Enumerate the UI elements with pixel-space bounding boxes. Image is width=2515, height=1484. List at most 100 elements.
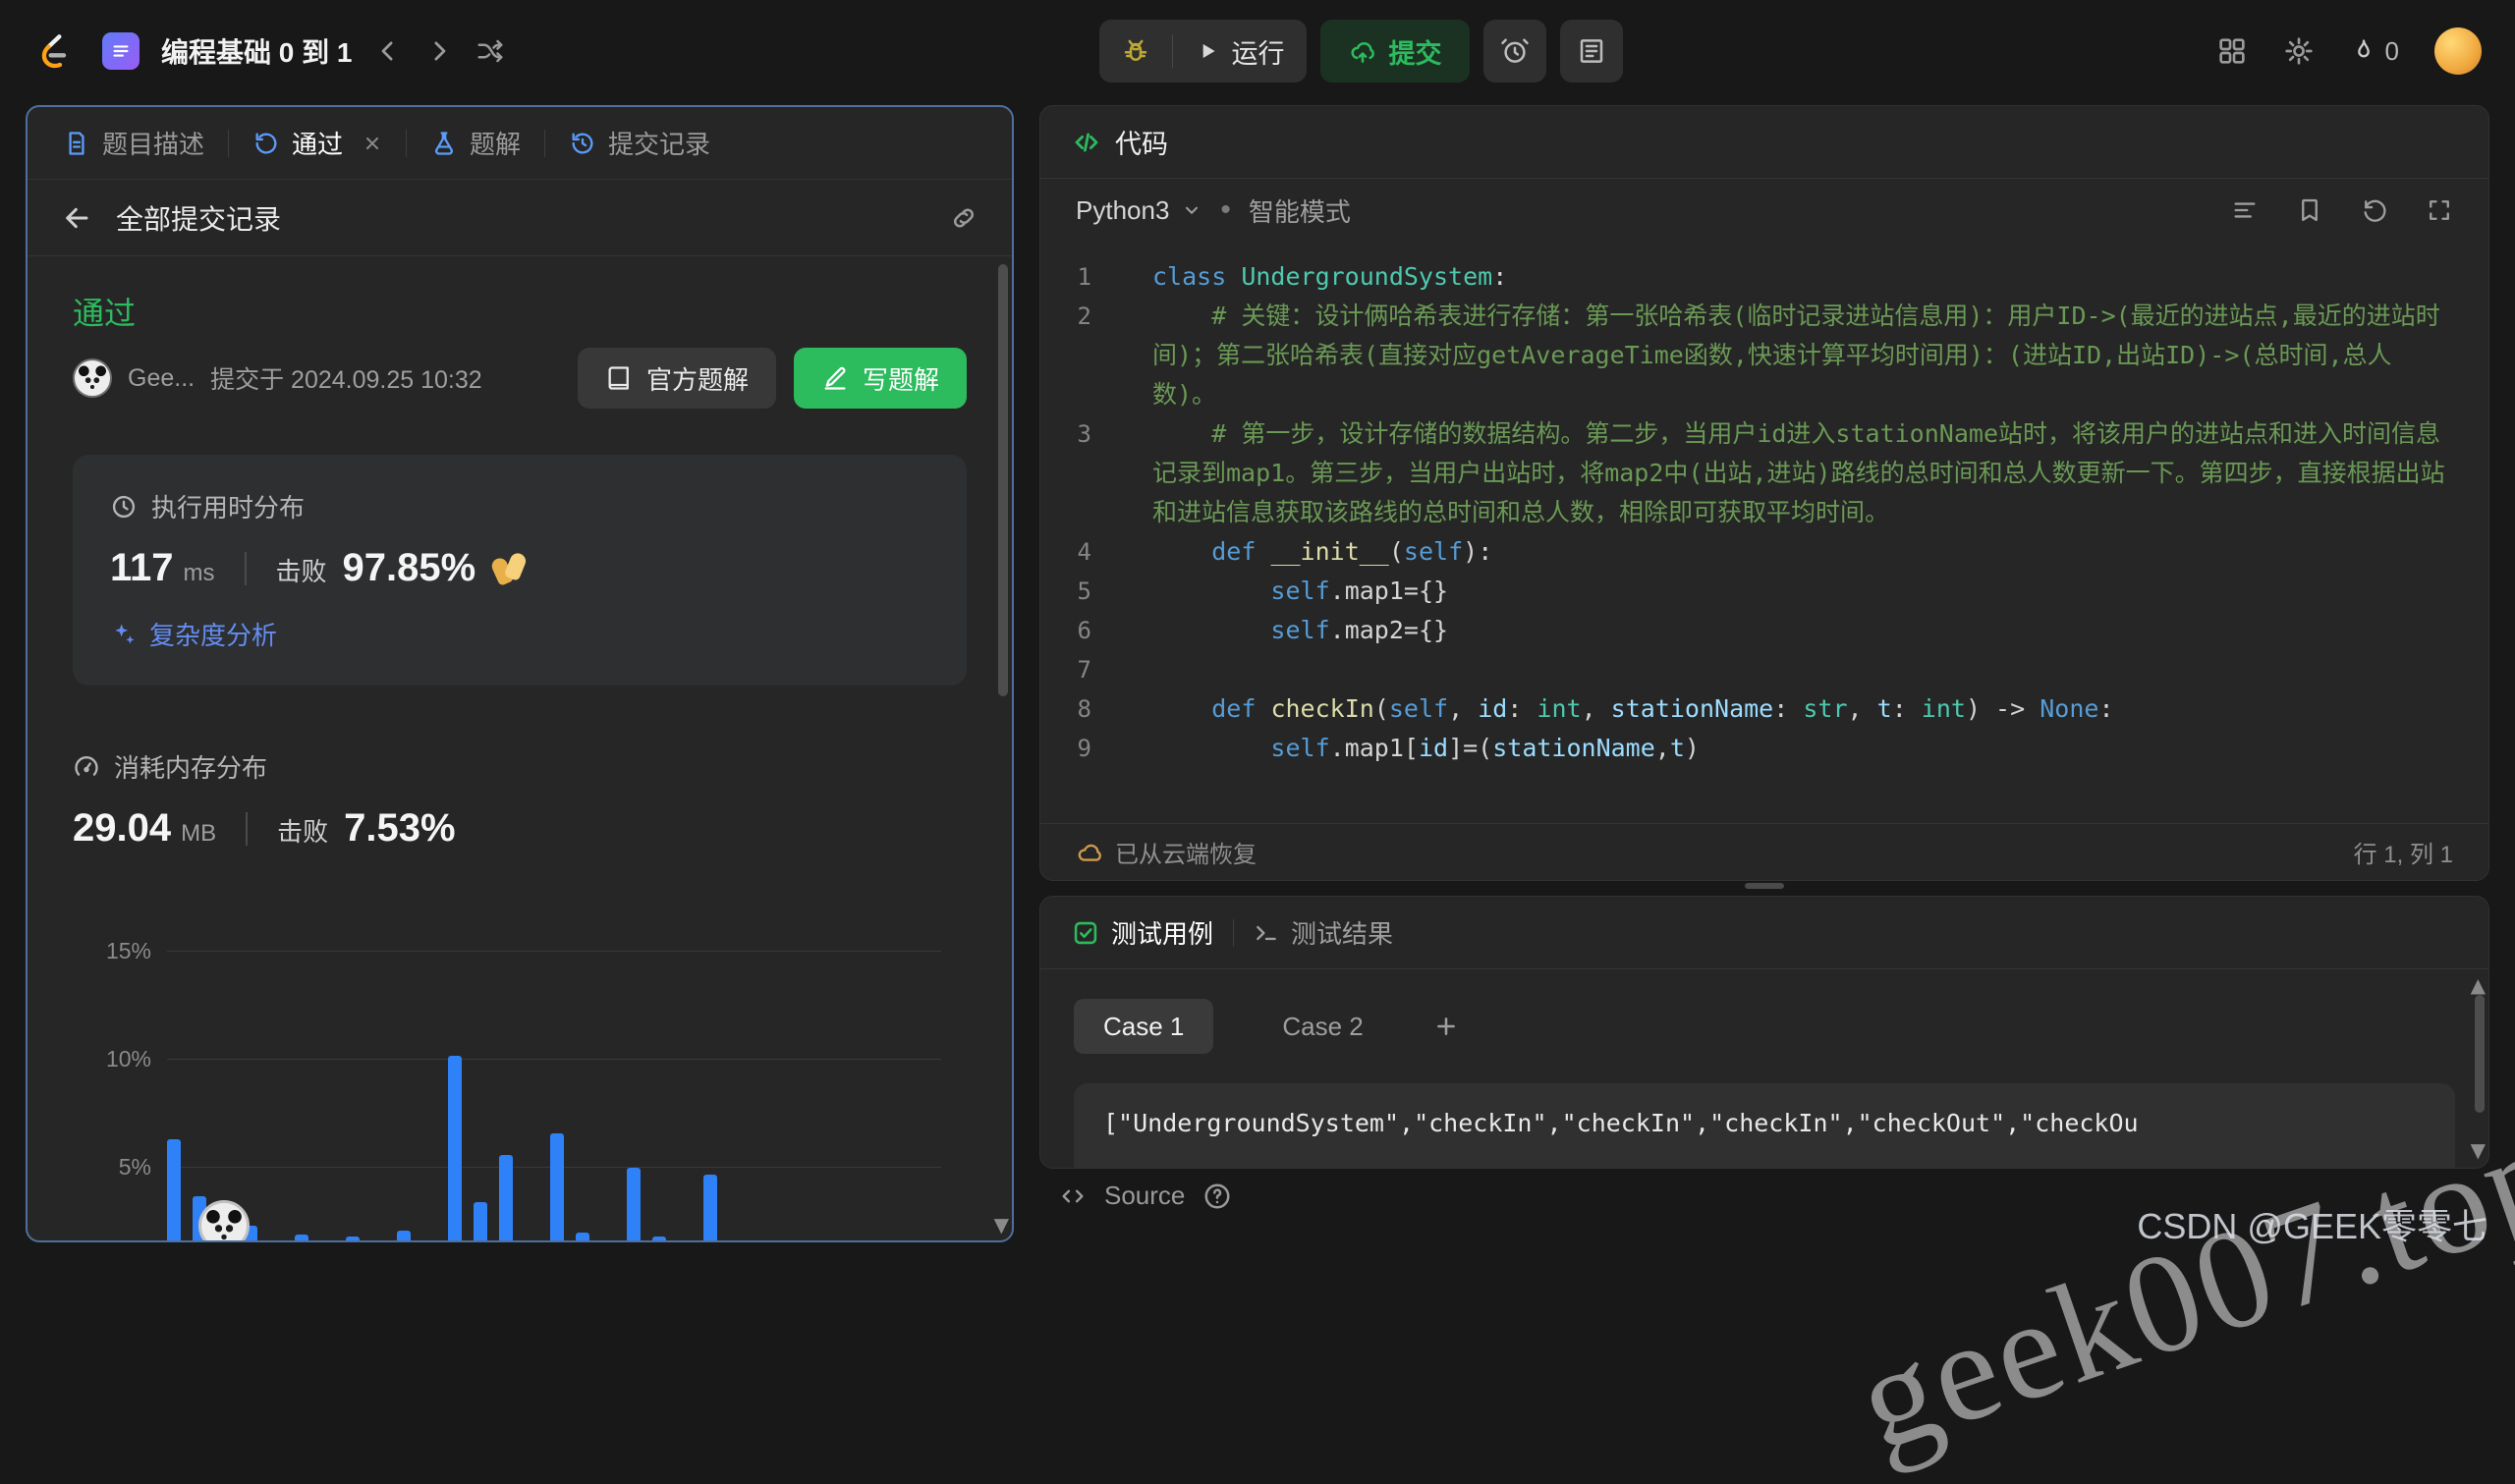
scrollbar-up-arrow[interactable]: ▲ bbox=[2471, 975, 2486, 995]
edit-icon bbox=[821, 364, 849, 392]
scrollbar-down-arrow[interactable]: ▼ bbox=[994, 1215, 1009, 1235]
next-problem-icon[interactable] bbox=[424, 36, 454, 66]
shuffle-icon[interactable] bbox=[475, 36, 505, 66]
histogram-bar[interactable] bbox=[550, 1133, 564, 1240]
code-line[interactable]: 1 class UndergroundSystem: bbox=[1040, 257, 2488, 297]
notes-button[interactable] bbox=[1559, 20, 1623, 82]
play-icon bbox=[1195, 38, 1220, 64]
code-line[interactable]: 2 # 关键：设计俩哈希表进行存储：第一张哈希表(临时记录进站信息用)：用户ID… bbox=[1040, 297, 2488, 414]
link-icon[interactable] bbox=[949, 203, 978, 233]
tab-submissions[interactable]: 提交记录 bbox=[565, 125, 714, 161]
timer-button[interactable] bbox=[1482, 20, 1546, 82]
leetcode-logo[interactable] bbox=[33, 31, 73, 71]
submit-button[interactable]: 提交 bbox=[1319, 20, 1470, 82]
run-button-group: 运行 bbox=[1098, 20, 1307, 82]
official-solution-button[interactable]: 官方题解 bbox=[577, 348, 776, 409]
write-solution-button[interactable]: 写题解 bbox=[793, 348, 967, 409]
settings-gear-icon[interactable] bbox=[2283, 35, 2315, 67]
code-editor[interactable]: 1 class UndergroundSystem: 2 # 关键：设计俩哈希表进行… bbox=[1040, 244, 2488, 823]
histogram-bar[interactable] bbox=[499, 1155, 513, 1240]
runtime-distribution-chart: 15% 10% 5% bbox=[73, 917, 967, 1240]
histogram-bar[interactable] bbox=[448, 1056, 462, 1240]
memory-section: 消耗内存分布 29.04 MB 击败 7.53% bbox=[73, 748, 967, 851]
problem-list-icon[interactable] bbox=[102, 32, 140, 70]
line-number: 7 bbox=[1077, 656, 1091, 684]
submission-panel: 题目描述 通过 题解 提交记录 全部提交记录 通过 Gee... 提交于 202… bbox=[26, 105, 1014, 1242]
histogram-bar[interactable] bbox=[346, 1237, 360, 1240]
language-selector[interactable]: Python3 bbox=[1076, 195, 1202, 226]
run-button[interactable]: 运行 bbox=[1173, 20, 1307, 82]
memory-unit: MB bbox=[181, 820, 217, 847]
add-case-icon[interactable] bbox=[1432, 1013, 1460, 1040]
y-axis-tick: 15% bbox=[105, 938, 151, 963]
y-axis-tick: 5% bbox=[118, 1154, 151, 1180]
tab-problem-description[interactable]: 题目描述 bbox=[59, 125, 208, 161]
memory-section-title: 消耗内存分布 bbox=[114, 753, 268, 783]
check-square-icon bbox=[1072, 919, 1099, 947]
histogram-bar[interactable] bbox=[576, 1233, 589, 1240]
code-line[interactable]: 6 self.map2={} bbox=[1040, 611, 2488, 650]
notes-icon bbox=[1577, 36, 1606, 66]
write-solution-label: 写题解 bbox=[862, 364, 939, 395]
code-line[interactable]: 9 self.map1[id]=(stationName,t) bbox=[1040, 729, 2488, 768]
source-label[interactable]: Source bbox=[1104, 1181, 1185, 1211]
code-line[interactable]: 4 def __init__(self): bbox=[1040, 532, 2488, 572]
restore-status-label: 已从云端恢复 bbox=[1115, 842, 1257, 868]
expand-icon[interactable] bbox=[2426, 196, 2453, 224]
tab-solutions[interactable]: 题解 bbox=[426, 125, 525, 161]
line-number: 3 bbox=[1077, 420, 1091, 448]
tab-accepted-detail[interactable]: 通过 bbox=[249, 125, 386, 161]
line-number: 4 bbox=[1077, 538, 1091, 566]
histogram-bar[interactable] bbox=[167, 1139, 181, 1240]
scrollbar-thumb[interactable] bbox=[998, 264, 1008, 696]
histogram-bar[interactable] bbox=[703, 1175, 717, 1240]
panel-resize-handle[interactable] bbox=[1745, 883, 1784, 889]
back-arrow-icon[interactable] bbox=[61, 202, 92, 234]
histogram-bar[interactable] bbox=[474, 1202, 487, 1240]
code-line[interactable]: 7 bbox=[1040, 650, 2488, 689]
code-line[interactable]: 5 self.map1={} bbox=[1040, 572, 2488, 611]
book-icon bbox=[605, 364, 633, 392]
streak-counter[interactable]: 0 bbox=[2350, 36, 2399, 67]
status-accepted: 通过 bbox=[73, 296, 137, 331]
runtime-unit: ms bbox=[183, 560, 215, 586]
histogram-bar[interactable] bbox=[295, 1235, 308, 1240]
flame-icon bbox=[2350, 37, 2377, 65]
code-tag-icon bbox=[1072, 128, 1101, 157]
history-icon bbox=[569, 130, 596, 157]
testcase-input[interactable]: ["UndergroundSystem","checkIn","checkIn"… bbox=[1074, 1083, 2455, 1168]
tab-testcase[interactable]: 测试用例 bbox=[1072, 914, 1213, 951]
code-panel: 代码 Python3 • 智能模式 1 class UndergroundSyst… bbox=[1039, 105, 2489, 881]
editor-statusbar: 已从云端恢复 行 1, 列 1 bbox=[1040, 823, 2488, 880]
prev-problem-icon[interactable] bbox=[373, 36, 403, 66]
author-name: Gee... bbox=[128, 363, 196, 392]
streak-count: 0 bbox=[2384, 35, 2399, 66]
histogram-bar[interactable] bbox=[397, 1231, 411, 1240]
line-number: 9 bbox=[1077, 735, 1091, 762]
author-avatar[interactable] bbox=[73, 358, 112, 398]
smart-mode-toggle[interactable]: 智能模式 bbox=[1249, 192, 1351, 229]
user-avatar[interactable] bbox=[2433, 27, 2482, 75]
line-number: 6 bbox=[1077, 617, 1091, 644]
scrollbar-down-arrow[interactable]: ▼ bbox=[2471, 1140, 2486, 1160]
histogram-bar[interactable] bbox=[627, 1168, 641, 1240]
case-2-tab[interactable]: Case 2 bbox=[1253, 999, 1392, 1054]
tab-label: 题解 bbox=[470, 130, 522, 159]
debug-button[interactable] bbox=[1099, 20, 1172, 82]
case-1-tab[interactable]: Case 1 bbox=[1074, 999, 1214, 1054]
problem-list-title[interactable]: 编程基础 0 到 1 bbox=[161, 31, 352, 71]
scrollbar-thumb[interactable] bbox=[2475, 995, 2485, 1113]
complexity-analysis-link[interactable]: 复杂度分析 bbox=[110, 616, 929, 652]
code-line[interactable]: 8 def checkIn(self, id: int, stationName… bbox=[1040, 689, 2488, 729]
code-panel-title: 代码 bbox=[1115, 130, 1168, 159]
layout-icon[interactable] bbox=[2216, 35, 2248, 67]
close-icon[interactable] bbox=[363, 134, 382, 153]
tab-test-result[interactable]: 测试结果 bbox=[1254, 914, 1393, 951]
help-question-icon[interactable] bbox=[1202, 1182, 1232, 1211]
reset-icon[interactable] bbox=[2361, 196, 2388, 224]
bookmark-icon[interactable] bbox=[2296, 196, 2323, 224]
code-line[interactable]: 3 # 第一步，设计存储的数据结构。第二步，当用户id进入stationName… bbox=[1040, 414, 2488, 532]
line-number: 1 bbox=[1077, 263, 1091, 291]
histogram-bar[interactable] bbox=[652, 1237, 666, 1240]
format-icon[interactable] bbox=[2231, 196, 2259, 224]
